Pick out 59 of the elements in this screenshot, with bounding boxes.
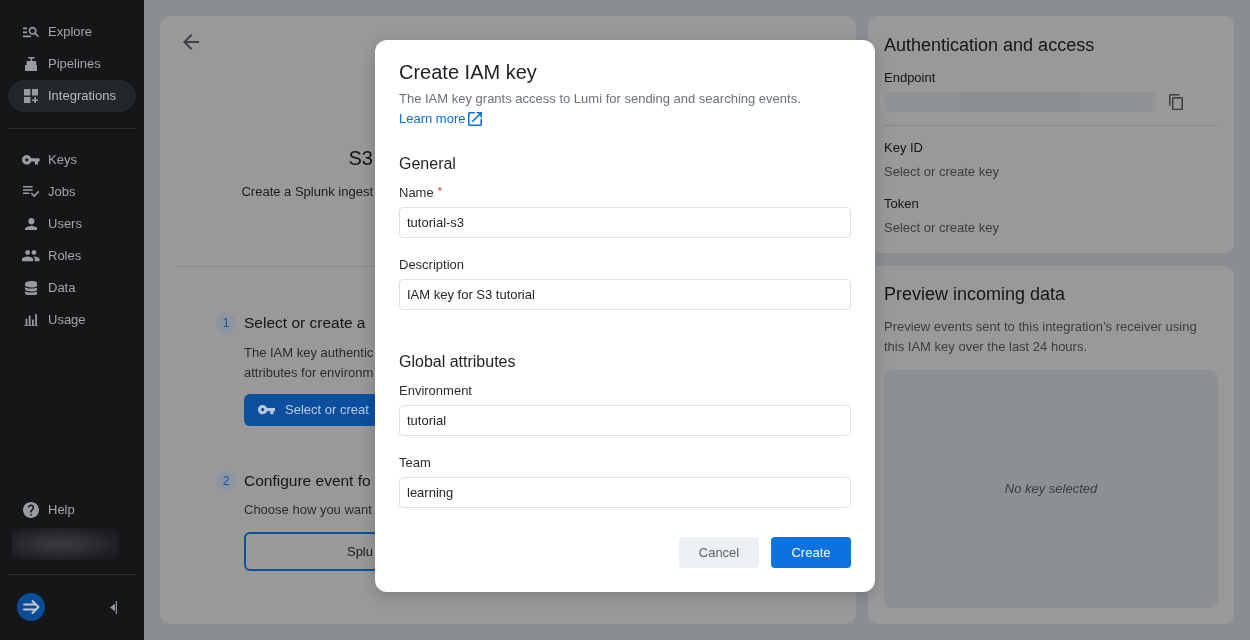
field-label: Key ID — [884, 139, 924, 157]
person-icon — [24, 217, 38, 231]
nav-item[interactable]: Users — [8, 208, 136, 240]
field-label: Token — [884, 195, 920, 213]
nav-item[interactable]: Keys — [8, 144, 136, 176]
list-search-icon — [23, 26, 39, 38]
learn-more-link[interactable]: Learn more — [399, 109, 483, 129]
required-asterisk: * — [437, 185, 442, 197]
step-number: 2 — [216, 471, 236, 491]
arrow-logo-icon[interactable] — [17, 593, 45, 621]
help-icon — [23, 502, 39, 518]
page-title: S3 — [347, 146, 373, 170]
section-heading: General — [399, 154, 457, 174]
page-subtitle: Create a Splunk ingest — [240, 183, 373, 201]
nav-item[interactable]: Pipelines — [8, 48, 136, 80]
text-field[interactable]: tutorial — [399, 405, 851, 436]
step-title: Configure event fo — [244, 471, 372, 491]
faucet-icon — [24, 56, 38, 72]
step-number: 1 — [216, 313, 236, 333]
people-icon — [22, 250, 40, 262]
modal-title: Create IAM key — [399, 60, 538, 84]
database-icon — [24, 280, 38, 296]
field-value: Select or create key — [884, 219, 1000, 237]
text-field[interactable]: IAM key for S3 tutorial — [399, 279, 851, 310]
help-link[interactable]: Help — [8, 494, 136, 526]
field-label: Environment — [399, 383, 472, 398]
back-arrow-icon[interactable] — [183, 34, 199, 50]
field-label: Description — [399, 257, 465, 272]
nav-item[interactable]: Usage — [8, 304, 136, 336]
bar-chart-icon — [23, 313, 39, 327]
external-link-icon — [468, 112, 483, 126]
nav-item[interactable]: Integrations — [8, 80, 136, 112]
card-title: Authentication and access — [884, 34, 1096, 56]
field-label: Name — [399, 185, 434, 200]
step-description: The IAM key authentic attributes for environm — [244, 344, 375, 382]
nav-item[interactable]: Roles — [8, 240, 136, 272]
checklist-icon — [22, 186, 40, 198]
key-icon — [22, 155, 40, 165]
step-title: Select or create a — [244, 313, 367, 333]
field-label: Endpoint — [884, 69, 937, 87]
nav-item[interactable]: Jobs — [8, 176, 136, 208]
nav-item[interactable]: Data — [8, 272, 136, 304]
section-heading: Global attributes — [399, 352, 517, 372]
copy-icon[interactable] — [1169, 93, 1183, 111]
empty-state-text: No key selected — [1004, 480, 1098, 498]
cancel-button[interactable]: Cancel — [679, 537, 759, 568]
key-icon — [258, 405, 275, 415]
create-button[interactable]: Create — [771, 537, 851, 568]
grid-plus-icon — [23, 88, 39, 104]
collapse-sidebar-icon[interactable] — [110, 600, 117, 614]
text-field[interactable]: tutorial-s3 — [399, 207, 851, 238]
card-title: Preview incoming data — [884, 283, 1067, 305]
text-field[interactable]: learning — [399, 477, 851, 508]
modal-description: The IAM key grants access to Lumi for sending and searching events. — [399, 90, 802, 108]
step-description: Choose how you want — [244, 501, 373, 519]
card-description: Preview events sent to this integration’s receiver using this IAM key over the last 24 hours. — [884, 318, 1198, 356]
field-value: Select or create key — [884, 163, 1000, 181]
nav-item[interactable]: Explore — [8, 16, 136, 48]
field-label: Team — [399, 455, 431, 470]
